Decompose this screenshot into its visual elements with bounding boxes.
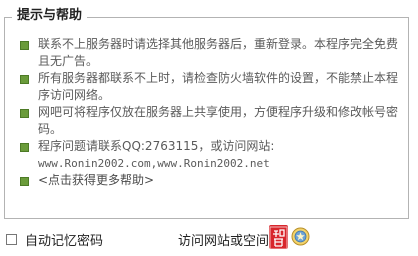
- remember-password-label[interactable]: 自动记忆密码: [25, 230, 103, 249]
- bottom-bar: 自动记忆密码 访问网站或空间: [0, 224, 418, 252]
- bullet-icon: [20, 177, 29, 186]
- tip-text: 联系不上服务器时请选择其他服务器后，重新登录。本程序完全免费且无广告。: [38, 37, 399, 68]
- bullet-icon: [20, 41, 29, 50]
- more-help-link[interactable]: <点击获得更多帮助>: [38, 173, 154, 187]
- tip-item: 网吧可将程序仅放在服务器上共享使用，方便程序升级和修改帐号密码。: [20, 104, 398, 138]
- remember-password-option[interactable]: 自动记忆密码: [6, 230, 103, 249]
- tip-text: 程序问题请联系QQ:2763115，或访问网站:: [38, 139, 275, 153]
- groupbox-title: 提示与帮助: [12, 7, 88, 25]
- bullet-icon: [20, 143, 29, 152]
- badge-glyph: [291, 227, 310, 246]
- tip-item: 所有服务器都联系不上时，请检查防火墙软件的设置，不能禁止本程序访问网络。: [20, 70, 398, 104]
- seal-glyph: [269, 226, 288, 249]
- visit-website-link[interactable]: 访问网站或空间: [178, 230, 269, 249]
- bullet-icon: [20, 109, 29, 118]
- bullet-icon: [20, 75, 29, 84]
- tip-item: 联系不上服务器时请选择其他服务器后，重新登录。本程序完全免费且无广告。: [20, 36, 398, 70]
- more-help-item[interactable]: <点击获得更多帮助>: [20, 172, 398, 189]
- tip-text: 所有服务器都联系不上时，请检查防火墙软件的设置，不能禁止本程序访问网络。: [38, 71, 399, 102]
- red-seal-icon[interactable]: [269, 225, 288, 249]
- tip-item: 程序问题请联系QQ:2763115，或访问网站: www.Ronin2002.c…: [20, 138, 398, 172]
- qzone-badge-icon[interactable]: [291, 227, 310, 246]
- tips-list: 联系不上服务器时请选择其他服务器后，重新登录。本程序完全免费且无广告。 所有服务…: [20, 36, 398, 189]
- tip-text: 网吧可将程序仅放在服务器上共享使用，方便程序升级和修改帐号密码。: [38, 105, 399, 136]
- website-urls[interactable]: www.Ronin2002.com,www.Ronin2002.net: [38, 155, 398, 172]
- remember-password-checkbox[interactable]: [6, 234, 17, 245]
